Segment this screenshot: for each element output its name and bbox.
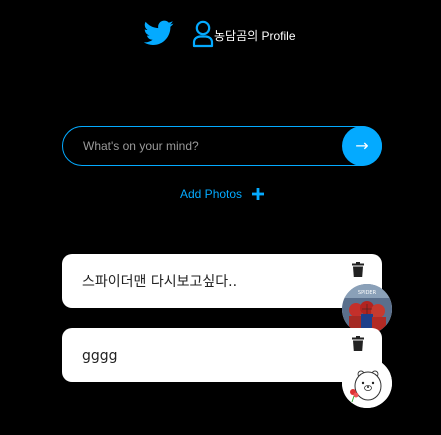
trash-icon	[352, 262, 364, 277]
twitter-icon	[143, 20, 174, 45]
tweet-text: gggg	[82, 348, 118, 364]
bear-sticker	[342, 358, 392, 408]
page: 농담곰의 Profile → Add Photos 스파이더맨 다시보고싶다..…	[0, 0, 441, 435]
add-photos-button[interactable]: Add Photos	[180, 185, 265, 203]
svg-text:SPIDER: SPIDER	[358, 290, 377, 296]
profile-link[interactable]: 농담곰의 Profile	[192, 16, 296, 48]
tweet-card: 스파이더맨 다시보고싶다.. SPIDER	[62, 254, 392, 334]
tweet-attachment-image: SPIDER	[342, 284, 392, 334]
spiderman-photo: SPIDER	[342, 284, 392, 334]
tweet-input[interactable]	[62, 126, 382, 166]
plus-icon	[252, 188, 265, 200]
delete-button[interactable]	[352, 262, 364, 277]
top-nav: 농담곰의 Profile	[0, 16, 441, 48]
trash-icon	[352, 336, 364, 351]
profile-label: 농담곰의 Profile	[214, 29, 296, 43]
submit-button[interactable]: →	[342, 126, 382, 166]
tweet-attachment-image	[342, 358, 392, 408]
tweet-composer: →	[62, 126, 382, 166]
user-icon	[192, 20, 214, 48]
add-photos-label: Add Photos	[180, 187, 243, 201]
tweet-text: 스파이더맨 다시보고싶다..	[82, 274, 238, 290]
tweet-card: gggg	[62, 328, 392, 408]
delete-button[interactable]	[352, 336, 364, 351]
home-link[interactable]	[143, 20, 174, 46]
